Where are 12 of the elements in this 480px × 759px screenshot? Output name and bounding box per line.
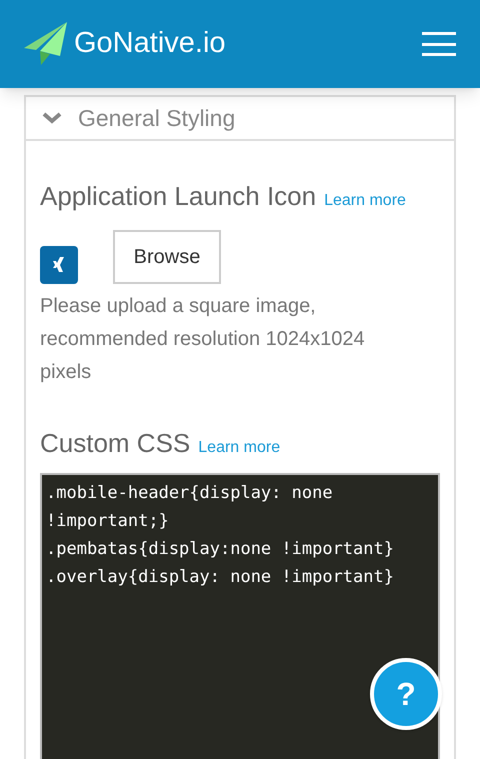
- brand-name: GoNative.io: [74, 26, 226, 62]
- chevron-icon: [42, 111, 62, 125]
- menu-button[interactable]: [422, 32, 456, 56]
- field-label: Application Launch Icon: [40, 180, 316, 213]
- panel-header[interactable]: General Styling: [26, 97, 454, 141]
- browse-button[interactable]: Browse: [113, 230, 221, 284]
- upload-hint: Please upload a square image, recommended resolution 1024x1024 pixels: [40, 294, 366, 385]
- app-icon: [40, 246, 78, 284]
- field-label: Custom CSS: [40, 427, 190, 460]
- paper-plane-icon: [24, 22, 68, 66]
- learn-more-link[interactable]: Learn more: [198, 436, 280, 460]
- learn-more-link[interactable]: Learn more: [324, 189, 406, 213]
